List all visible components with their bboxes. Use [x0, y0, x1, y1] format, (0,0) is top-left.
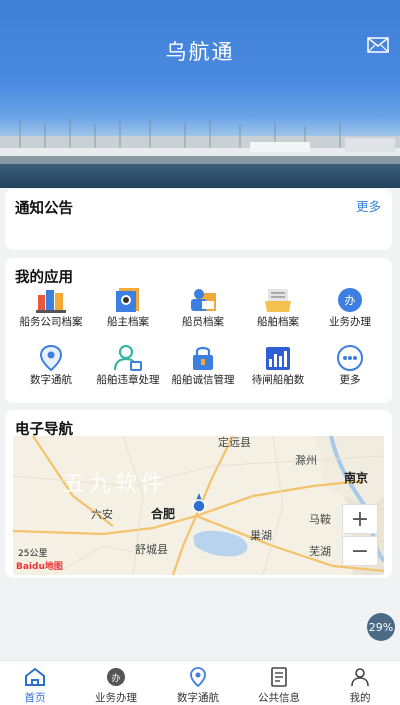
apps-card: 我的应用 船务公司档案 船主档案 船员档案 船舶档案 办 业务办理 数字通航 船… — [5, 258, 392, 403]
app-business[interactable]: 办 业务办理 — [313, 286, 387, 329]
app-violation[interactable]: 船舶违章处理 — [91, 344, 165, 387]
crew-archive-icon — [188, 286, 218, 314]
user-icon — [320, 667, 400, 687]
header-banner: 乌航通 — [0, 0, 400, 188]
mail-icon[interactable] — [367, 37, 389, 53]
map-city-label: 定远县 — [218, 436, 251, 449]
zoom-out-button[interactable]: − — [342, 536, 378, 566]
app-credit[interactable]: 船舶诚信管理 — [166, 344, 240, 387]
notice-title: 通知公告 — [15, 201, 73, 217]
map-city-label: 马鞍 — [309, 513, 331, 526]
credit-lock-icon — [188, 344, 218, 372]
app-more[interactable]: 更多 — [313, 344, 387, 387]
home-icon — [0, 667, 75, 687]
harbor-water — [0, 164, 400, 188]
watermark-text: 五九软件 — [63, 472, 168, 497]
more-dots-icon — [335, 344, 365, 372]
app-label: 船舶档案 — [257, 316, 299, 328]
app-title: 乌航通 — [165, 40, 235, 64]
document-icon — [239, 667, 319, 687]
app-owner-archive[interactable]: 船主档案 — [91, 286, 165, 329]
tab-public-info[interactable]: 公共信息 — [239, 667, 319, 705]
ship-archive-icon — [263, 286, 293, 314]
baidu-map-logo: Baidu地图 — [16, 562, 63, 572]
app-label: 待闸船舶数 — [251, 374, 305, 386]
app-waiting-ships[interactable]: 待闸船舶数 — [241, 344, 315, 387]
map-city-label: 滁州 — [295, 454, 317, 467]
app-label: 船舶违章处理 — [96, 374, 160, 386]
floating-progress-badge[interactable]: 29% — [367, 613, 395, 641]
map-city-label: 芜湖 — [309, 545, 331, 558]
svg-text:办: 办 — [111, 672, 120, 684]
business-icon: 办 — [76, 667, 156, 687]
business-icon: 办 — [335, 286, 365, 314]
tab-mine[interactable]: 我的 — [320, 667, 400, 705]
app-label: 业务办理 — [329, 316, 371, 328]
map-view[interactable]: 五九软件 定远县 滁州 南京 六安 合肥 马鞍 巢湖 舒城县 芜湖 + − 25… — [13, 436, 384, 575]
app-ship-archive[interactable]: 船舶档案 — [241, 286, 315, 329]
app-label: 船员档案 — [182, 316, 224, 328]
tab-label: 我的 — [349, 692, 371, 704]
owner-archive-icon — [113, 286, 143, 314]
map-city-label: 南京 — [344, 471, 369, 485]
map-city-label: 六安 — [91, 508, 113, 521]
current-location-icon — [192, 493, 206, 513]
bottom-tab-bar: 首页 办 业务办理 数字通航 公共信息 我的 — [0, 660, 400, 705]
apps-title: 我的应用 — [15, 270, 73, 286]
tab-digital-nav[interactable]: 数字通航 — [158, 667, 238, 705]
tab-label: 公共信息 — [258, 692, 300, 704]
map-city-label: 巢湖 — [250, 529, 272, 542]
notice-card: 通知公告 更多 — [5, 189, 392, 250]
svg-text:办: 办 — [345, 294, 356, 307]
app-crew-archive[interactable]: 船员档案 — [166, 286, 240, 329]
tab-label: 业务办理 — [95, 692, 137, 704]
bar-chart-icon — [263, 344, 293, 372]
app-label: 更多 — [339, 374, 361, 386]
tab-label: 首页 — [24, 692, 46, 704]
app-company-archive[interactable]: 船务公司档案 — [14, 286, 88, 329]
tab-label: 数字通航 — [177, 692, 219, 704]
app-label: 数字通航 — [30, 374, 72, 386]
tab-business[interactable]: 办 业务办理 — [76, 667, 156, 705]
map-city-label: 合肥 — [151, 507, 176, 521]
tab-home[interactable]: 首页 — [0, 667, 75, 705]
location-pin-icon — [158, 667, 238, 687]
app-label: 船主档案 — [107, 316, 149, 328]
harbor-image — [0, 118, 400, 166]
app-label: 船务公司档案 — [19, 316, 83, 328]
app-label: 船舶诚信管理 — [171, 374, 235, 386]
notice-more-link[interactable]: 更多 — [356, 196, 381, 215]
map-city-label: 舒城县 — [135, 543, 168, 556]
violation-icon — [113, 344, 143, 372]
location-pin-icon — [36, 344, 66, 372]
company-archive-icon — [36, 286, 66, 314]
app-digital-nav[interactable]: 数字通航 — [14, 344, 88, 387]
map-scale: 25公里 — [18, 549, 48, 559]
zoom-in-button[interactable]: + — [342, 504, 378, 534]
e-nav-card: 电子导航 五九软件 定远县 滁州 南京 六安 合肥 马鞍 巢湖 舒城县 芜湖 +… — [5, 410, 392, 578]
